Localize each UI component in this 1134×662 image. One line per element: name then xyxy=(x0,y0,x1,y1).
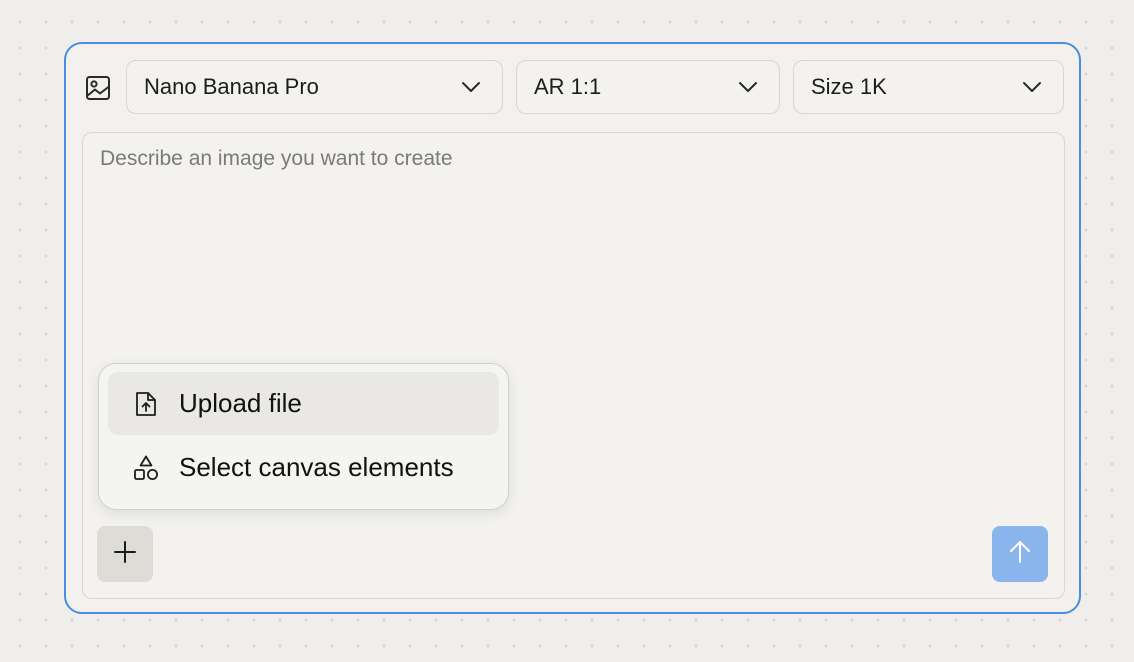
model-select-label: Nano Banana Pro xyxy=(144,74,319,99)
shapes-icon xyxy=(132,454,160,482)
image-icon xyxy=(84,74,112,102)
plus-icon xyxy=(113,540,137,569)
menu-item-upload-file[interactable]: Upload file xyxy=(108,372,499,435)
menu-item-label: Select canvas elements xyxy=(179,452,454,482)
add-attachment-button[interactable] xyxy=(97,526,153,582)
file-upload-icon xyxy=(132,390,160,418)
attachment-menu: Upload file Select canvas elements xyxy=(98,363,509,510)
arrow-up-icon xyxy=(1007,539,1033,570)
aspect-ratio-select[interactable]: AR 1:1 xyxy=(516,60,780,114)
chevron-down-icon xyxy=(737,76,759,98)
menu-item-label: Upload file xyxy=(179,388,302,418)
send-button[interactable] xyxy=(992,526,1048,582)
chevron-down-icon xyxy=(460,76,482,98)
menu-item-select-canvas-elements[interactable]: Select canvas elements xyxy=(108,436,499,499)
chevron-down-icon xyxy=(1021,76,1043,98)
size-select-label: Size 1K xyxy=(811,74,887,99)
size-select[interactable]: Size 1K xyxy=(793,60,1064,114)
model-select[interactable]: Nano Banana Pro xyxy=(126,60,503,114)
aspect-ratio-select-label: AR 1:1 xyxy=(534,74,602,99)
image-generation-panel: Nano Banana Pro AR 1:1 Size 1K xyxy=(64,42,1081,614)
